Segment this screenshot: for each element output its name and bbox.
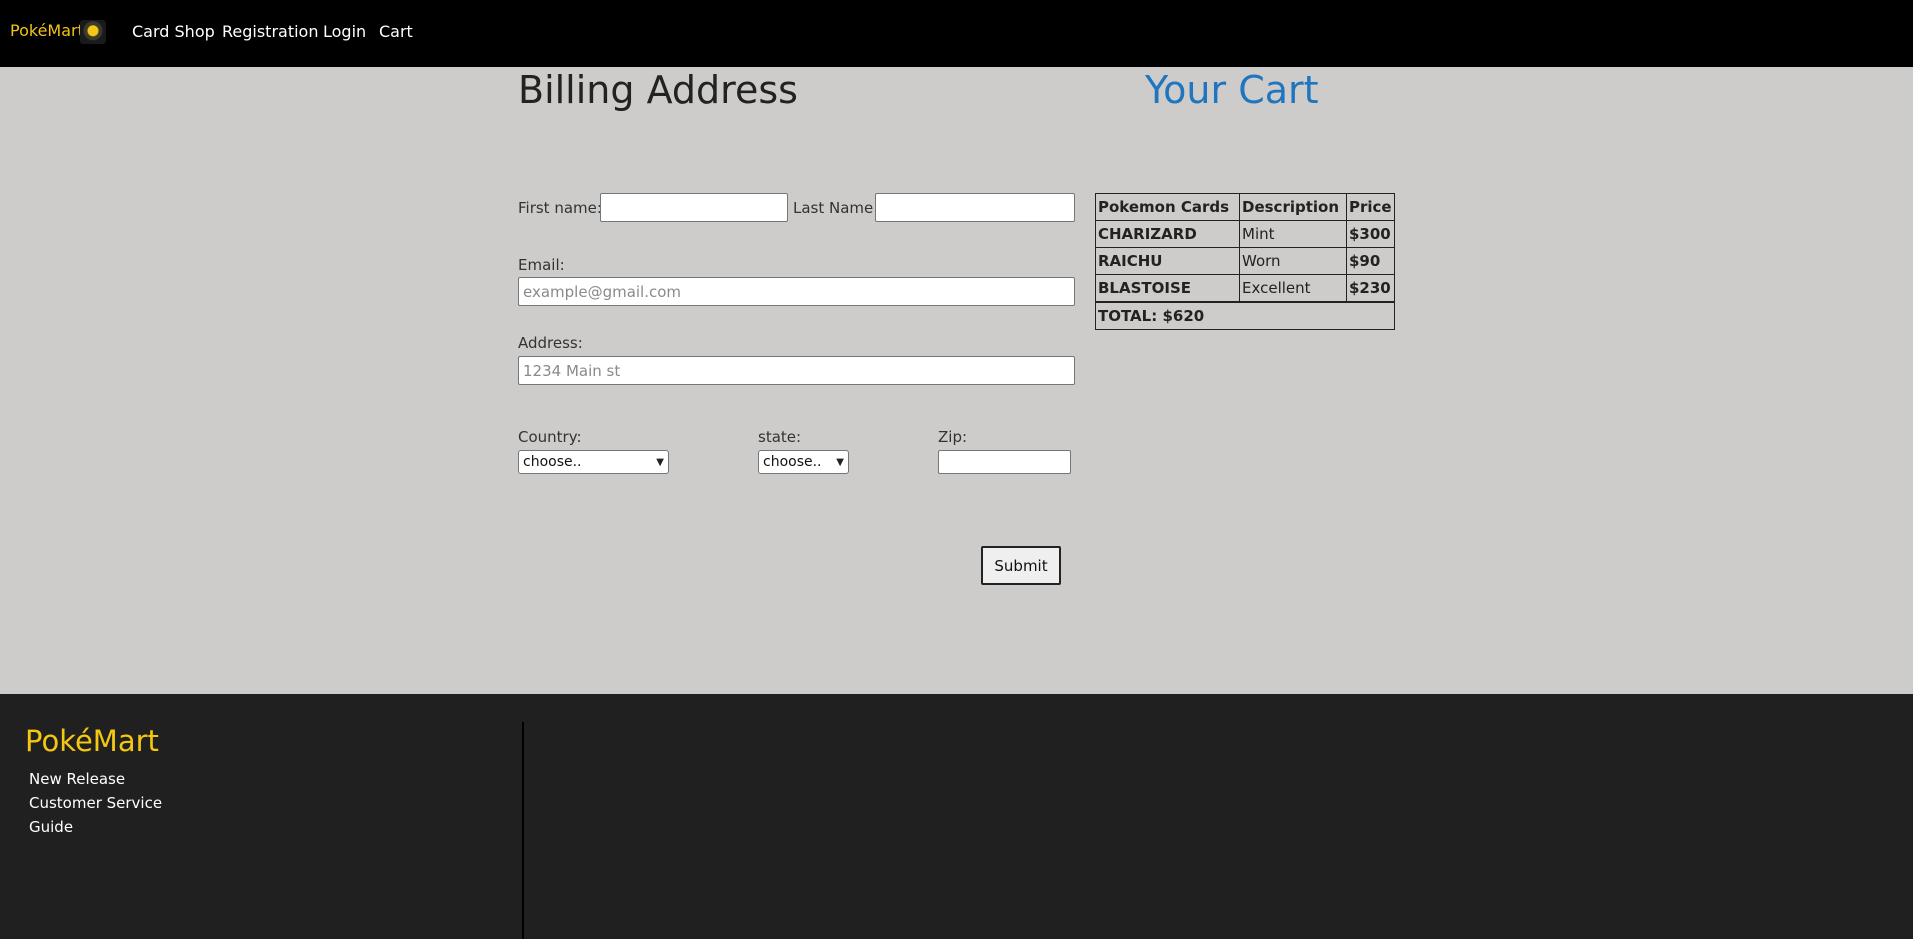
chevron-down-icon: ▼ (836, 456, 844, 468)
table-row: BLASTOISE Excellent $230 (1095, 274, 1395, 302)
footer-brand[interactable]: PokéMart (25, 724, 159, 758)
email-input[interactable] (518, 277, 1075, 306)
zip-input[interactable] (938, 450, 1071, 474)
first-name-input[interactable] (600, 193, 788, 222)
pikachu-logo-icon[interactable] (80, 20, 106, 44)
nav-link-card-shop[interactable]: Card Shop (132, 22, 215, 41)
top-navbar: PokéMart Card Shop Registration Login Ca… (0, 0, 1913, 67)
cart-table-header: Pokemon Cards Description Price (1095, 193, 1395, 221)
country-label: Country: (518, 428, 582, 446)
card-name: BLASTOISE (1095, 274, 1240, 302)
card-name: CHARIZARD (1095, 220, 1240, 248)
card-description: Mint (1239, 220, 1347, 248)
table-row: RAICHU Worn $90 (1095, 247, 1395, 275)
nav-link-login[interactable]: Login (323, 22, 366, 41)
card-name: RAICHU (1095, 247, 1240, 275)
cart-table: Pokemon Cards Description Price CHARIZAR… (1095, 193, 1395, 330)
card-price: $300 (1346, 220, 1395, 248)
zip-label: Zip: (938, 428, 968, 446)
first-name-label: First name: (518, 199, 602, 217)
state-selected-value: choose.. (763, 454, 822, 470)
nav-link-cart[interactable]: Cart (379, 22, 413, 41)
email-label: Email: (518, 256, 565, 274)
chevron-down-icon: ▼ (656, 456, 664, 468)
card-description: Excellent (1239, 274, 1347, 302)
your-cart-title: Your Cart (1145, 68, 1319, 112)
header-pokemon-cards: Pokemon Cards (1095, 193, 1240, 221)
address-input[interactable] (518, 356, 1075, 385)
submit-button[interactable]: Submit (981, 546, 1061, 585)
country-select[interactable]: choose.. ▼ (518, 450, 669, 474)
card-price: $230 (1346, 274, 1395, 302)
footer-link-guide[interactable]: Guide (29, 818, 73, 836)
total-row: TOTAL: $620 (1095, 300, 1395, 330)
footer-link-customer-service[interactable]: Customer Service (29, 794, 162, 812)
footer: PokéMart New Release Customer Service Gu… (0, 694, 1913, 939)
state-label: state: (758, 428, 802, 446)
card-description: Worn (1239, 247, 1347, 275)
brand-name[interactable]: PokéMart (10, 21, 84, 40)
table-row: CHARIZARD Mint $300 (1095, 220, 1395, 248)
last-name-label: Last Name: (793, 199, 879, 217)
country-selected-value: choose.. (523, 454, 582, 470)
nav-link-registration[interactable]: Registration (222, 22, 318, 41)
card-price: $90 (1346, 247, 1395, 275)
billing-address-title: Billing Address (518, 68, 798, 112)
footer-divider (522, 722, 524, 939)
header-price: Price (1346, 193, 1395, 221)
last-name-input[interactable] (875, 193, 1075, 222)
header-description: Description (1239, 193, 1347, 221)
footer-link-new-release[interactable]: New Release (29, 770, 125, 788)
address-label: Address: (518, 334, 583, 352)
state-select[interactable]: choose.. ▼ (758, 450, 849, 474)
cart-total: TOTAL: $620 (1095, 300, 1395, 330)
